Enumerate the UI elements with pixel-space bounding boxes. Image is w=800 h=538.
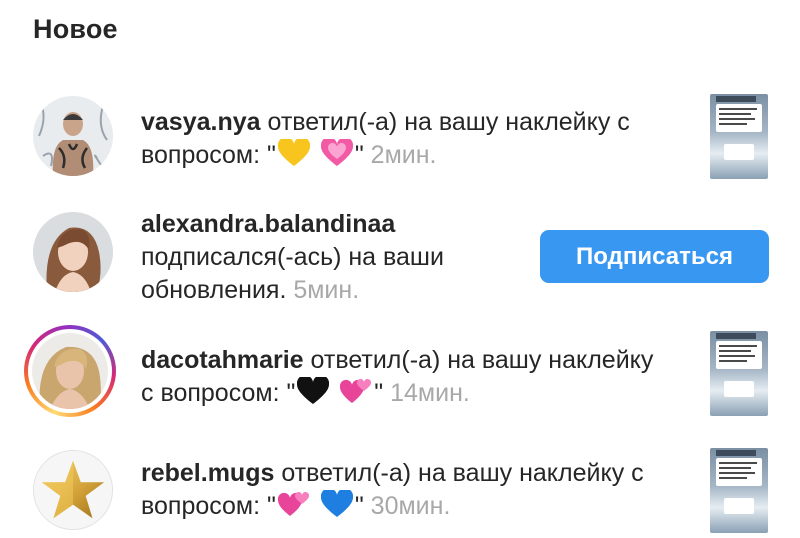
username[interactable]: alexandra.balandinaa	[141, 210, 395, 238]
blue-heart-icon	[320, 490, 353, 518]
notification-text: vasya.nya ответил(-а) на вашу наклейку с…	[141, 108, 630, 169]
notification-text: alexandra.balandinaa подписался(-ась) на…	[141, 210, 444, 304]
avatar[interactable]	[33, 96, 113, 176]
avatar[interactable]	[33, 212, 113, 292]
story-thumbnail[interactable]	[710, 448, 768, 533]
username[interactable]: dacotahmarie	[141, 346, 304, 374]
yellow-heart-icon	[277, 139, 310, 167]
section-title-new: Новое	[33, 14, 118, 44]
timestamp: 14мин.	[390, 379, 470, 407]
username[interactable]: vasya.nya	[141, 108, 261, 136]
timestamp: 30мин.	[370, 492, 451, 520]
follow-button[interactable]: Подписаться	[540, 230, 769, 283]
two-hearts-icon	[277, 490, 310, 518]
username[interactable]: rebel.mugs	[141, 459, 274, 487]
sparkling-heart-icon	[320, 139, 353, 167]
story-thumbnail[interactable]	[710, 331, 768, 416]
two-hearts-icon	[340, 377, 372, 405]
avatar[interactable]	[33, 450, 113, 530]
avatar[interactable]	[24, 325, 116, 417]
timestamp: 2мин.	[370, 141, 437, 169]
notification-text: rebel.mugs ответил(-а) на вашу наклейку …	[141, 459, 644, 520]
notification-text: dacotahmarie ответил(-а) на вашу наклейк…	[141, 346, 654, 407]
timestamp: 5мин.	[293, 276, 360, 304]
story-thumbnail[interactable]	[710, 94, 768, 179]
black-heart-icon	[297, 377, 330, 405]
